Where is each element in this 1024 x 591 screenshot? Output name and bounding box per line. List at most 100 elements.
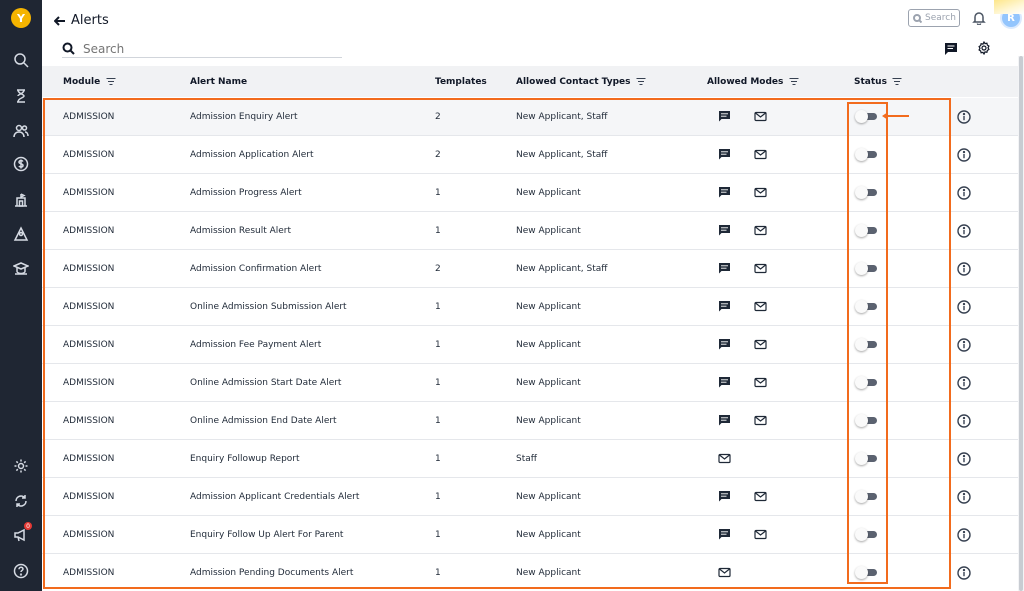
status-toggle[interactable] [855,110,879,123]
table-row[interactable]: ADMISSION Admission Enquiry Alert 2 New … [42,98,1018,136]
info-icon[interactable] [957,414,971,428]
table-row[interactable]: ADMISSION Admission Application Alert 2 … [42,136,1018,174]
bell-icon[interactable] [972,10,988,26]
column-alert-name: Alert Name [190,66,247,97]
info-icon[interactable] [957,452,971,466]
info-icon[interactable] [957,186,971,200]
filter-icon[interactable] [892,78,902,85]
templates-cell: 2 [435,263,441,274]
table-row[interactable]: ADMISSION Online Admission Start Date Al… [42,364,1018,402]
status-toggle[interactable] [855,414,879,427]
column-label: Alert Name [190,76,248,87]
corner-decoration [994,0,1024,14]
email-icon [754,148,767,161]
table-row[interactable]: ADMISSION Admission Pending Documents Al… [42,554,1018,591]
sms-icon [718,490,731,503]
alert-name-cell: Admission Confirmation Alert [190,263,322,274]
dollar-icon[interactable] [11,154,31,174]
status-toggle[interactable] [855,148,879,161]
status-toggle[interactable] [855,452,879,465]
info-icon[interactable] [957,490,971,504]
filter-icon[interactable] [789,78,799,85]
search-icon [913,13,922,23]
templates-cell: 1 [435,453,441,464]
email-icon [718,566,731,579]
table-row[interactable]: ADMISSION Online Admission Submission Al… [42,288,1018,326]
table-row[interactable]: ADMISSION Admission Applicant Credential… [42,478,1018,516]
gear-icon[interactable] [977,40,993,56]
info-icon[interactable] [957,528,971,542]
info-icon[interactable] [957,566,971,580]
email-icon [754,262,767,275]
status-toggle[interactable] [855,224,879,237]
status-toggle[interactable] [855,490,879,503]
contact-types-cell: New Applicant [516,187,581,198]
group-icon[interactable] [11,224,31,244]
refresh-icon[interactable] [11,491,31,511]
filter-icon[interactable] [106,78,116,85]
table-row[interactable]: ADMISSION Admission Confirmation Alert 2… [42,250,1018,288]
alert-name-cell: Enquiry Followup Report [190,453,300,464]
status-toggle[interactable] [855,186,879,199]
scrollbar-thumb[interactable] [1019,56,1023,591]
back-button[interactable]: Alerts [54,13,109,28]
table-row[interactable]: ADMISSION Admission Result Alert 1 New A… [42,212,1018,250]
templates-cell: 1 [435,567,441,578]
sms-icon [718,262,731,275]
email-icon [754,110,767,123]
sms-icon [718,414,731,427]
contact-types-cell: New Applicant [516,529,581,540]
table-row[interactable]: ADMISSION Admission Progress Alert 1 New… [42,174,1018,212]
templates-cell: 2 [435,111,441,122]
module-cell: ADMISSION [63,491,115,502]
info-icon[interactable] [957,224,971,238]
settings-icon[interactable] [11,456,31,476]
info-icon[interactable] [957,262,971,276]
table-row[interactable]: ADMISSION Enquiry Follow Up Alert For Pa… [42,516,1018,554]
search-input[interactable] [83,41,313,56]
info-icon[interactable] [957,300,971,314]
table-row[interactable]: ADMISSION Enquiry Followup Report 1 Staf… [42,440,1018,478]
contact-types-cell: New Applicant [516,301,581,312]
sms-icon [718,186,731,199]
info-icon[interactable] [957,110,971,124]
building-icon[interactable] [11,189,31,209]
chat-icon[interactable] [944,41,958,55]
help-icon[interactable] [11,561,31,581]
info-icon[interactable] [957,148,971,162]
table-row[interactable]: ADMISSION Online Admission End Date Aler… [42,402,1018,440]
users-icon[interactable] [11,121,31,141]
email-icon [718,452,731,465]
scrollbar[interactable] [1018,56,1024,591]
status-toggle[interactable] [855,300,879,313]
module-cell: ADMISSION [63,567,115,578]
status-toggle[interactable] [855,566,879,579]
contact-types-cell: New Applicant [516,339,581,350]
filter-icon[interactable] [636,78,646,85]
module-cell: ADMISSION [63,187,115,198]
status-toggle[interactable] [855,338,879,351]
email-icon [754,224,767,237]
info-icon[interactable] [957,338,971,352]
email-icon [754,376,767,389]
status-toggle[interactable] [855,262,879,275]
status-toggle[interactable] [855,376,879,389]
templates-cell: 1 [435,301,441,312]
column-label: Module [63,76,101,87]
search-icon[interactable] [11,50,31,70]
status-toggle[interactable] [855,528,879,541]
info-icon[interactable] [957,376,971,390]
templates-cell: 1 [435,491,441,502]
templates-cell: 1 [435,415,441,426]
logo-icon[interactable]: Y [11,8,31,28]
alert-name-cell: Online Admission End Date Alert [190,415,337,426]
global-search-label: Search [925,13,956,23]
megaphone-icon[interactable]: 0 [11,522,32,545]
table-row[interactable]: ADMISSION Admission Fee Payment Alert 1 … [42,326,1018,364]
hourglass-icon[interactable] [11,86,31,106]
email-icon [754,186,767,199]
school-icon[interactable] [11,258,31,278]
module-cell: ADMISSION [63,263,115,274]
module-cell: ADMISSION [63,415,115,426]
global-search-button[interactable]: Search [908,9,960,27]
